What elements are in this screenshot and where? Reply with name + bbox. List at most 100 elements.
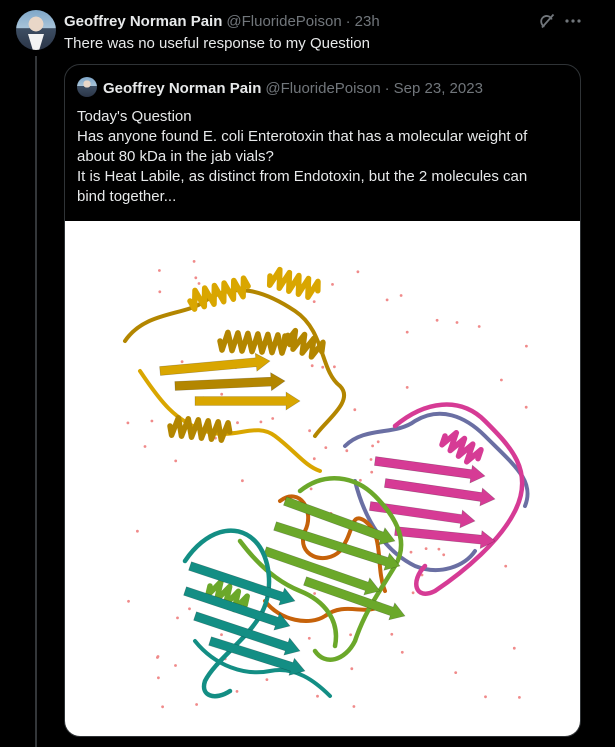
- quoted-line: Has anyone found E. coli Enterotoxin tha…: [77, 128, 528, 145]
- water-dot: [307, 636, 311, 640]
- thread-line: [35, 56, 37, 747]
- gold-strand: [194, 391, 301, 411]
- water-dot: [158, 269, 161, 272]
- water-dot: [192, 260, 196, 263]
- avatar[interactable]: [16, 10, 56, 50]
- gold-helix: [167, 415, 233, 443]
- grok-icon[interactable]: [537, 11, 557, 31]
- magenta-strand: [394, 526, 496, 550]
- water-dot: [349, 633, 352, 637]
- water-dot: [235, 690, 239, 693]
- water-dot: [310, 364, 314, 368]
- water-dot: [156, 656, 159, 659]
- water-dot: [126, 421, 130, 425]
- water-dot: [399, 294, 403, 297]
- water-dot: [352, 705, 356, 708]
- water-dot: [312, 457, 316, 461]
- quoted-date: Sep 23, 2023: [393, 79, 483, 97]
- water-dot: [220, 392, 224, 396]
- quoted-header: Geoffrey Norman Pain @FluoridePoison · S…: [103, 79, 483, 97]
- water-dot: [220, 633, 223, 637]
- water-dot: [127, 599, 130, 603]
- water-dot: [331, 283, 334, 286]
- water-dot: [405, 386, 409, 389]
- water-dot: [376, 440, 380, 444]
- water-dot: [174, 664, 177, 667]
- water-dot: [512, 646, 516, 650]
- water-dot: [518, 696, 521, 699]
- water-dot: [385, 298, 389, 302]
- water-dot: [271, 417, 275, 420]
- water-dot: [174, 459, 178, 463]
- water-dot: [194, 276, 198, 280]
- protein-structure-image[interactable]: [65, 221, 580, 736]
- water-dot: [321, 365, 325, 369]
- water-dot: [437, 547, 441, 551]
- water-dot: [308, 429, 311, 433]
- water-dot: [409, 550, 413, 554]
- water-dot: [400, 650, 404, 654]
- water-dot: [176, 616, 179, 620]
- water-dot: [353, 408, 357, 412]
- water-dot: [525, 344, 528, 348]
- magenta-helix: [439, 430, 484, 465]
- water-dot: [371, 444, 374, 448]
- water-dot: [197, 282, 201, 285]
- water-dot: [157, 676, 160, 680]
- water-dot: [236, 421, 239, 425]
- water-dot: [390, 632, 394, 636]
- water-dot: [350, 667, 354, 671]
- magenta-strand: [384, 478, 496, 507]
- water-dot: [369, 458, 373, 461]
- post-header: Geoffrey Norman Pain @FluoridePoison · 2…: [64, 11, 380, 31]
- quoted-line: Today's Question: [77, 108, 192, 125]
- water-dot: [161, 705, 164, 709]
- water-dot: [259, 420, 263, 424]
- gold-helix: [266, 266, 321, 300]
- author-name[interactable]: Geoffrey Norman Pain: [64, 13, 222, 30]
- water-dot: [524, 405, 528, 409]
- quoted-text: Today's Question Has anyone found E. col…: [77, 107, 572, 207]
- quoted-post[interactable]: Geoffrey Norman Pain @FluoridePoison · S…: [64, 64, 581, 737]
- water-dot: [312, 300, 316, 303]
- water-dot: [411, 591, 415, 595]
- water-dot: [333, 365, 336, 369]
- water-dot: [504, 564, 508, 568]
- quoted-line: It is Heat Labile, as distinct from Endo…: [77, 168, 528, 185]
- water-dot: [241, 479, 244, 483]
- water-dot: [370, 470, 374, 474]
- water-dot: [158, 290, 162, 294]
- water-dot: [143, 445, 147, 448]
- post-text: There was no useful response to my Quest…: [64, 35, 370, 52]
- separator: ·: [345, 12, 351, 30]
- water-dot: [442, 553, 446, 557]
- quoted-author-name: Geoffrey Norman Pain: [103, 79, 262, 97]
- author-handle[interactable]: @FluoridePoison: [226, 13, 341, 30]
- water-dot: [313, 592, 316, 595]
- water-dot: [455, 321, 459, 324]
- water-dot: [316, 694, 319, 698]
- gold-strand: [159, 352, 271, 376]
- quoted-line: about 80 kDa in the jab vials?: [77, 148, 274, 165]
- water-dot: [435, 318, 439, 322]
- water-dot: [454, 671, 458, 674]
- water-dot: [477, 325, 481, 328]
- water-dot: [345, 449, 349, 453]
- water-dot: [324, 446, 328, 449]
- water-dot: [180, 360, 184, 364]
- quoted-separator: ·: [384, 79, 390, 97]
- water-dot: [405, 330, 409, 334]
- water-dot: [359, 478, 362, 482]
- gold-helix: [217, 329, 293, 356]
- water-dot: [188, 607, 191, 611]
- water-dot: [424, 547, 428, 550]
- water-dot: [356, 270, 360, 274]
- water-dot: [195, 703, 199, 706]
- water-dot: [265, 678, 269, 681]
- water-dot: [309, 487, 313, 491]
- quoted-avatar[interactable]: [77, 77, 97, 97]
- post-time[interactable]: 23h: [355, 13, 380, 30]
- water-dot: [484, 695, 487, 699]
- water-dot: [150, 419, 154, 423]
- more-icon[interactable]: [563, 11, 583, 31]
